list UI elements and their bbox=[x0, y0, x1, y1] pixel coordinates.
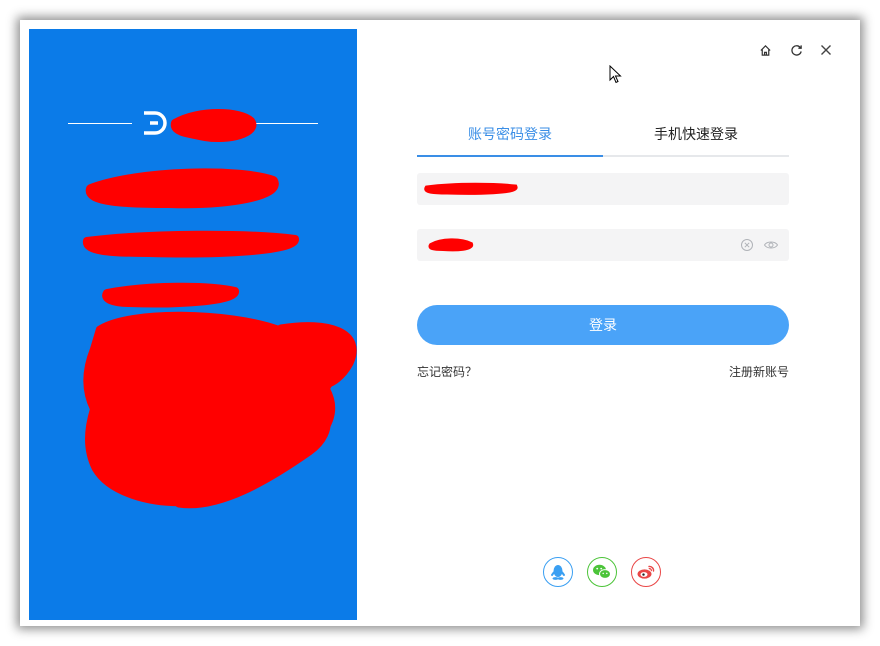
password-field[interactable] bbox=[417, 229, 789, 261]
weibo-login-button[interactable] bbox=[631, 557, 661, 587]
username-field[interactable] bbox=[417, 173, 789, 205]
close-button[interactable] bbox=[817, 41, 835, 59]
close-icon bbox=[821, 45, 831, 55]
password-input[interactable] bbox=[417, 229, 737, 261]
login-panel: 账号密码登录 手机快速登录 登录 忘记密码？ 注册新账号 bbox=[357, 29, 851, 620]
register-link[interactable]: 注册新账号 bbox=[729, 363, 789, 380]
weibo-icon bbox=[637, 565, 655, 579]
home-button[interactable] bbox=[756, 41, 774, 59]
home-icon bbox=[759, 44, 771, 56]
refresh-button[interactable] bbox=[787, 41, 805, 59]
login-window: 账号密码登录 手机快速登录 登录 忘记密码？ 注册新账号 bbox=[20, 20, 860, 626]
qq-icon bbox=[551, 565, 565, 580]
tab-phone-login[interactable]: 手机快速登录 bbox=[603, 122, 789, 155]
mouse-cursor bbox=[609, 65, 622, 84]
tab-password-login[interactable]: 账号密码登录 bbox=[417, 122, 603, 157]
eye-icon[interactable] bbox=[763, 237, 779, 253]
qq-login-button[interactable] bbox=[543, 557, 573, 587]
brand-panel bbox=[29, 29, 357, 620]
wechat-icon bbox=[593, 564, 611, 579]
clear-icon[interactable] bbox=[739, 237, 755, 253]
login-tabs: 账号密码登录 手机快速登录 bbox=[417, 122, 789, 157]
refresh-icon bbox=[790, 44, 802, 56]
forgot-password-link[interactable]: 忘记密码？ bbox=[417, 363, 477, 380]
redaction-scribble bbox=[83, 109, 357, 509]
wechat-login-button[interactable] bbox=[587, 557, 617, 587]
username-input[interactable] bbox=[417, 173, 737, 205]
login-button[interactable]: 登录 bbox=[417, 305, 789, 345]
